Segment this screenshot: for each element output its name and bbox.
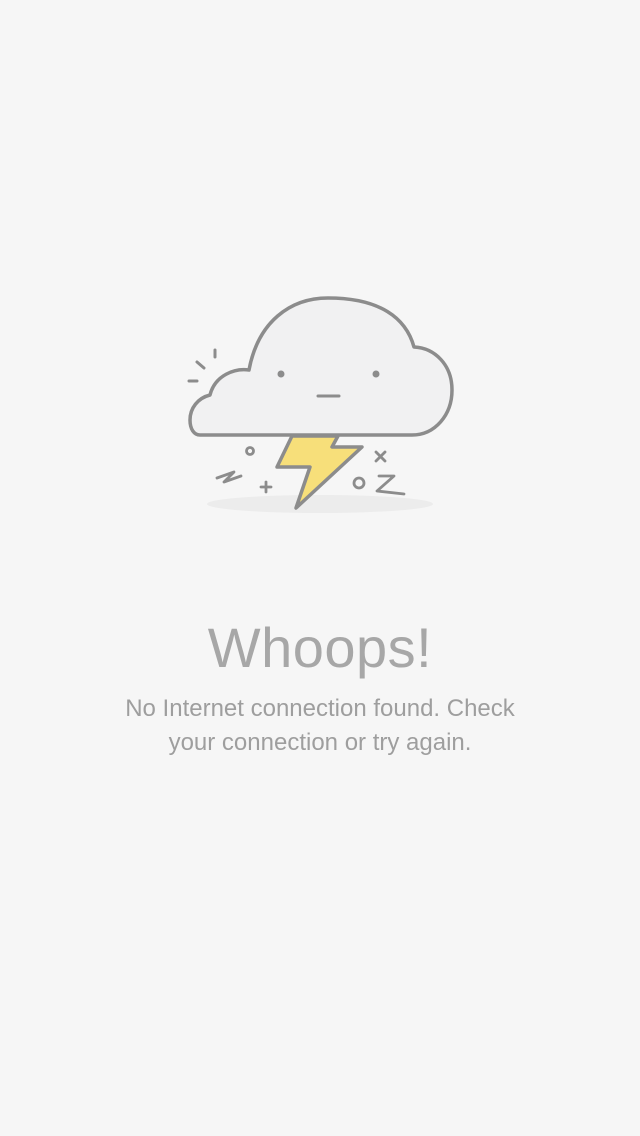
particle-circle (352, 476, 366, 490)
particle-zigzag (215, 470, 243, 484)
ray-shape (195, 360, 206, 370)
cloud-eye-right (372, 370, 380, 378)
shadow-shape (207, 495, 433, 513)
error-title: Whoops! (207, 616, 433, 679)
no-connection-screen: Whoops! No Internet connection found. Ch… (0, 0, 640, 1136)
cloud-eye-left (277, 370, 285, 378)
particle-zigzag (375, 474, 406, 496)
error-message: No Internet connection found. Check your… (125, 695, 515, 756)
cloud-shape (188, 296, 454, 437)
storm-cloud-icon (180, 290, 460, 520)
particle-circle (245, 446, 255, 456)
